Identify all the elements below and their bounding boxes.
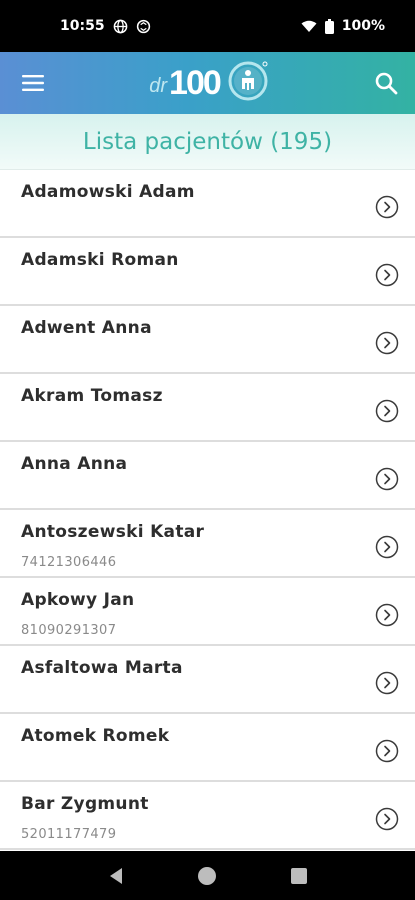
- list-item[interactable]: Atomek Romek: [0, 714, 415, 782]
- patient-name: Bar Zygmunt: [21, 794, 149, 814]
- list-item[interactable]: Apkowy Jan 81090291307: [0, 578, 415, 646]
- logo-number: 100: [169, 63, 222, 102]
- status-left: 10:55: [60, 18, 151, 34]
- patient-name: Adwent Anna: [21, 318, 152, 338]
- page-title: Lista pacjentów (195): [82, 128, 333, 155]
- logo-prefix: dr: [149, 74, 168, 97]
- chevron-right-icon[interactable]: [375, 671, 399, 695]
- list-header: Lista pacjentów (195): [0, 114, 415, 170]
- chevron-right-icon[interactable]: [375, 807, 399, 831]
- search-icon[interactable]: [371, 68, 401, 98]
- back-icon[interactable]: [96, 856, 136, 896]
- patient-list[interactable]: Adamowski Adam Adamski Roman Adwent Anna…: [0, 170, 415, 851]
- list-item[interactable]: Bar Zygmunt 52011177479: [0, 782, 415, 850]
- patient-name: Atomek Romek: [21, 726, 170, 746]
- list-item[interactable]: Antoszewski Katar 74121306446: [0, 510, 415, 578]
- patient-name: Anna Anna: [21, 454, 128, 474]
- status-right: 100%: [301, 18, 385, 34]
- list-item[interactable]: Akram Tomasz: [0, 374, 415, 442]
- list-item[interactable]: Adamowski Adam: [0, 170, 415, 238]
- list-item[interactable]: Adwent Anna: [0, 306, 415, 374]
- chevron-right-icon[interactable]: [375, 331, 399, 355]
- patient-pesel: 52011177479: [21, 827, 117, 842]
- person-circle-icon: [226, 59, 270, 107]
- status-bar: 10:55 100%: [0, 0, 415, 52]
- chevron-right-icon[interactable]: [375, 603, 399, 627]
- home-icon[interactable]: [187, 856, 227, 896]
- chevron-right-icon[interactable]: [375, 195, 399, 219]
- recents-icon[interactable]: [279, 856, 319, 896]
- battery-icon: [324, 18, 334, 34]
- system-nav-bar: [0, 851, 415, 900]
- sync-icon: [136, 19, 151, 34]
- battery-percent: 100%: [341, 18, 385, 34]
- patient-name: Apkowy Jan: [21, 590, 135, 610]
- vpn-globe-icon: [113, 19, 128, 34]
- chevron-right-icon[interactable]: [375, 739, 399, 763]
- wifi-icon: [301, 20, 317, 33]
- app-logo: dr 100: [149, 59, 270, 107]
- list-item[interactable]: Adamski Roman: [0, 238, 415, 306]
- patient-pesel: 81090291307: [21, 623, 117, 638]
- patient-name: Antoszewski Katar: [21, 522, 205, 542]
- patient-name: Akram Tomasz: [21, 386, 163, 406]
- chevron-right-icon[interactable]: [375, 535, 399, 559]
- patient-name: Asfaltowa Marta: [21, 658, 183, 678]
- app-bar: dr 100: [0, 52, 415, 114]
- list-item[interactable]: Asfaltowa Marta: [0, 646, 415, 714]
- chevron-right-icon[interactable]: [375, 263, 399, 287]
- chevron-right-icon[interactable]: [375, 399, 399, 423]
- patient-pesel: 74121306446: [21, 555, 117, 570]
- patient-name: Adamski Roman: [21, 250, 179, 270]
- chevron-right-icon[interactable]: [375, 467, 399, 491]
- patient-name: Adamowski Adam: [21, 182, 195, 202]
- list-item[interactable]: Anna Anna: [0, 442, 415, 510]
- status-time: 10:55: [60, 18, 105, 34]
- hamburger-menu-icon[interactable]: [18, 68, 48, 98]
